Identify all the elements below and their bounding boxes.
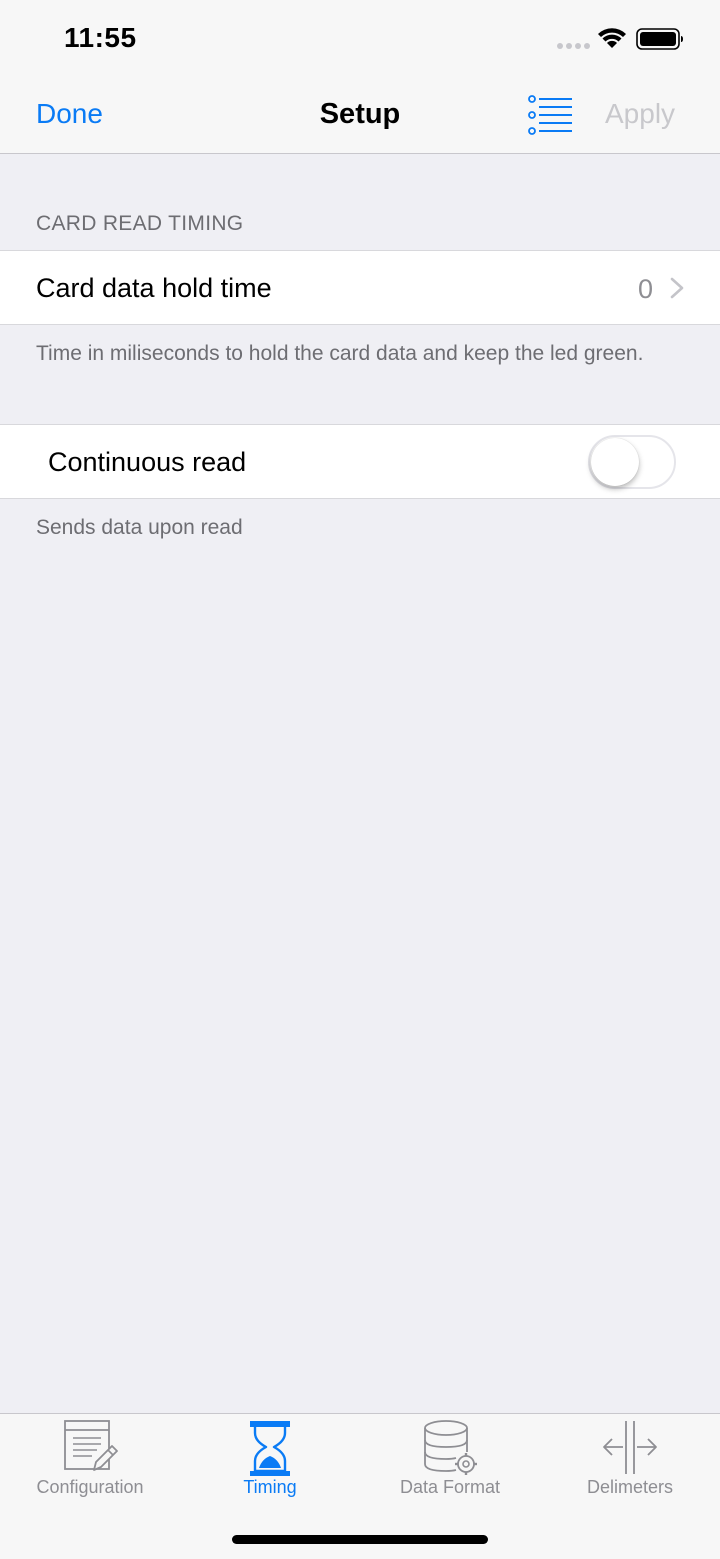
tab-timing-label: Timing — [243, 1477, 297, 1497]
status-bar: 11:55 — [0, 0, 720, 78]
hourglass-icon — [250, 1421, 290, 1476]
navigation-bar: Done Setup Apply — [0, 78, 720, 154]
hold-time-value: 0 — [637, 274, 653, 304]
battery-icon — [636, 28, 683, 50]
list-button[interactable] — [524, 92, 576, 138]
configuration-document-icon — [64, 1420, 118, 1471]
continuous-read-label: Continuous read — [48, 447, 247, 477]
database-gear-icon — [424, 1420, 477, 1475]
status-time: 11:55 — [64, 22, 137, 53]
tab-configuration-label: Configuration — [36, 1477, 144, 1497]
home-indicator — [232, 1535, 488, 1544]
tab-delimeters-label: Delimeters — [586, 1477, 674, 1497]
chevron-right-icon — [670, 277, 684, 299]
tab-data-format[interactable]: Data Format — [360, 1414, 540, 1514]
hold-time-label: Card data hold time — [36, 273, 272, 303]
wifi-icon — [598, 28, 626, 48]
tab-timing[interactable]: Timing — [180, 1414, 360, 1514]
section-header: CARD READ TIMING — [36, 212, 244, 235]
tab-configuration[interactable]: Configuration — [0, 1414, 180, 1514]
cellular-signal-icon — [557, 43, 590, 49]
continuous-read-footer: Sends data upon read — [36, 516, 243, 539]
done-button[interactable]: Done — [36, 98, 103, 130]
tab-delimeters[interactable]: Delimeters — [540, 1414, 720, 1514]
continuous-read-row: Continuous read — [0, 424, 720, 499]
continuous-read-toggle[interactable] — [588, 435, 676, 489]
apply-button[interactable]: Apply — [605, 98, 675, 130]
hold-time-footer: Time in miliseconds to hold the card dat… — [36, 342, 644, 365]
tab-data-format-label: Data Format — [399, 1477, 501, 1497]
list-icon — [528, 95, 572, 135]
delimiter-arrows-icon — [603, 1421, 657, 1474]
toggle-knob — [591, 438, 639, 486]
card-data-hold-time-row[interactable]: Card data hold time 0 — [0, 250, 720, 325]
